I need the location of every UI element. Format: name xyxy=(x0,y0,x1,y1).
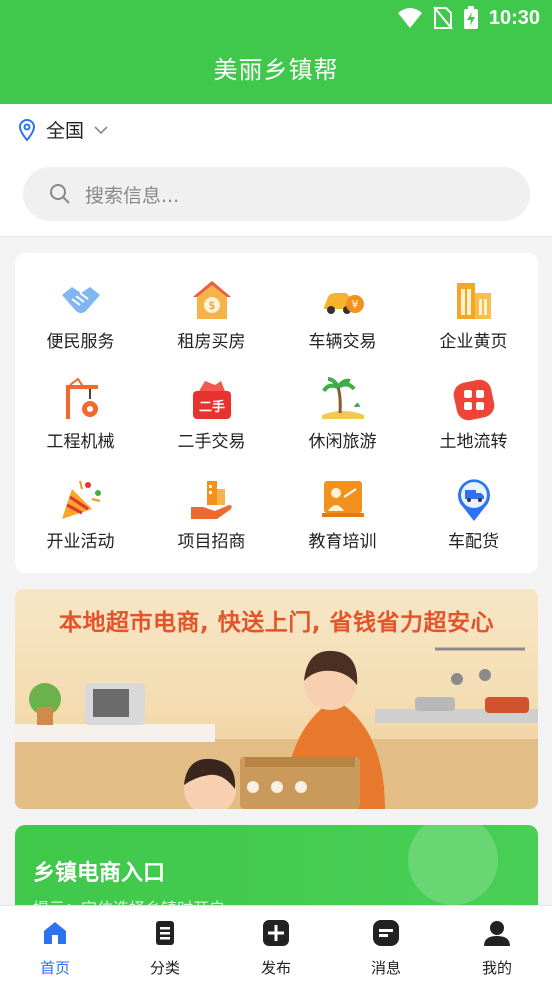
category-label: 二手交易 xyxy=(177,432,246,452)
category-label: 教育培训 xyxy=(308,532,377,552)
category-item-investment[interactable]: 项目招商 xyxy=(146,453,277,553)
search-input[interactable]: 搜索信息... xyxy=(23,167,530,221)
category-item-yellow-pages[interactable]: 企业黄页 xyxy=(408,253,539,353)
pagination-dot[interactable] xyxy=(247,781,259,793)
category-label: 便民服务 xyxy=(46,332,115,352)
status-bar: 10:30 xyxy=(0,0,552,36)
category-label: 车配货 xyxy=(448,532,499,552)
user-icon xyxy=(484,921,510,946)
category-label: 工程机械 xyxy=(46,432,115,452)
tab-home[interactable]: 首页 xyxy=(0,906,110,983)
banner-pagination xyxy=(247,781,307,793)
pagination-dot[interactable] xyxy=(271,781,283,793)
battery-charging-icon xyxy=(463,6,478,29)
app-title: 美丽乡镇帮 xyxy=(0,36,552,104)
party-popper-icon xyxy=(62,480,101,519)
category-grid: 便民服务 $ 租房买房 ¥ 车辆交易 企业黄页 工程机械 二手 二手交易 休闲旅… xyxy=(15,253,538,573)
no-sim-icon xyxy=(433,6,453,30)
tab-label: 发布 xyxy=(260,959,291,977)
category-item-vehicles[interactable]: ¥ 车辆交易 xyxy=(277,253,408,353)
location-pin-icon xyxy=(18,118,36,141)
category-item-convenience[interactable]: 便民服务 xyxy=(15,253,146,353)
secondhand-basket-icon: 二手 xyxy=(193,381,231,419)
category-label: 项目招商 xyxy=(177,532,246,552)
category-item-land[interactable]: 土地流转 xyxy=(408,353,539,453)
truck-pin-icon xyxy=(458,479,490,521)
location-selector[interactable]: 全国 xyxy=(18,116,108,143)
handshake-icon xyxy=(62,287,100,313)
tab-label: 首页 xyxy=(39,959,70,977)
house-coin-icon: $ xyxy=(193,281,231,319)
svg-text:$: $ xyxy=(209,299,216,312)
teacher-board-icon xyxy=(322,481,364,517)
tab-category[interactable]: 分类 xyxy=(110,906,220,983)
search-placeholder: 搜索信息... xyxy=(85,184,180,207)
buildings-icon xyxy=(457,283,491,319)
status-time: 10:30 xyxy=(488,6,540,29)
category-item-education[interactable]: 教育培训 xyxy=(277,453,408,553)
tab-label: 我的 xyxy=(481,959,512,977)
tab-profile[interactable]: 我的 xyxy=(442,906,552,983)
land-grid-icon xyxy=(453,379,495,421)
message-icon xyxy=(373,920,399,946)
category-label: 休闲旅游 xyxy=(308,432,377,452)
svg-text:二手: 二手 xyxy=(199,399,225,415)
header-section: 全国 搜索信息... xyxy=(0,104,552,237)
category-label: 车辆交易 xyxy=(308,332,377,352)
category-item-machinery[interactable]: 工程机械 xyxy=(15,353,146,453)
category-label: 企业黄页 xyxy=(439,332,508,352)
category-item-freight[interactable]: 车配货 xyxy=(408,453,539,553)
promo-title: 乡镇电商入口 xyxy=(33,861,166,886)
tab-messages[interactable]: 消息 xyxy=(331,906,441,983)
crane-icon xyxy=(66,377,98,419)
palm-tree-icon xyxy=(322,377,364,419)
decorative-bubble xyxy=(408,825,498,905)
search-icon xyxy=(50,184,70,204)
status-icons: 10:30 xyxy=(397,6,540,30)
tab-publish[interactable]: 发布 xyxy=(221,906,331,983)
car-coin-icon: ¥ xyxy=(324,293,364,314)
svg-text:¥: ¥ xyxy=(352,298,359,311)
category-label: 开业活动 xyxy=(46,532,115,552)
category-label: 租房买房 xyxy=(177,332,246,352)
tab-label: 分类 xyxy=(149,959,180,977)
chevron-down-icon xyxy=(94,125,108,134)
home-icon xyxy=(44,922,66,944)
tab-label: 消息 xyxy=(370,959,401,977)
bottom-tab-bar: 首页 分类 发布 消息 我的 xyxy=(0,905,552,983)
banner-headline: 本地超市电商, 快送上门, 省钱省力超安心 xyxy=(59,610,494,636)
wifi-icon xyxy=(397,8,422,28)
location-label: 全国 xyxy=(46,120,85,142)
pagination-dot[interactable] xyxy=(295,781,307,793)
category-item-secondhand[interactable]: 二手 二手交易 xyxy=(146,353,277,453)
category-item-tourism[interactable]: 休闲旅游 xyxy=(277,353,408,453)
category-item-opening-events[interactable]: 开业活动 xyxy=(15,453,146,553)
category-item-housing[interactable]: $ 租房买房 xyxy=(146,253,277,353)
category-list-icon xyxy=(156,921,174,945)
promo-banner[interactable]: 本地超市电商, 快送上门, 省钱省力超安心 xyxy=(15,589,538,809)
investment-hand-icon xyxy=(191,481,232,519)
plus-square-icon xyxy=(263,920,289,946)
category-label: 土地流转 xyxy=(439,432,508,452)
